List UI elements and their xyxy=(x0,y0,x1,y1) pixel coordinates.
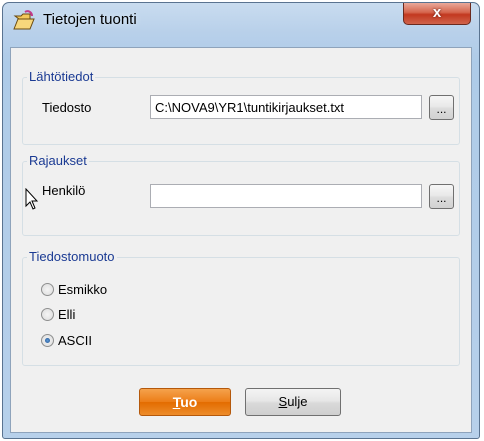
dialog-window: Tietojen tuonti x Lähtötiedot Tiedosto C… xyxy=(2,2,480,439)
radio-button-selected[interactable] xyxy=(41,334,54,347)
format-groupbox: Tiedostomuoto Esmikko Elli ASCII xyxy=(22,249,460,366)
close-button[interactable]: Sulje xyxy=(245,388,341,416)
import-button[interactable]: Tuo xyxy=(139,388,231,416)
import-label: uo xyxy=(180,394,198,410)
mouse-cursor-icon xyxy=(25,188,39,210)
format-group-legend: Tiedostomuoto xyxy=(27,249,117,264)
file-path-input[interactable]: C:\NOVA9\YR1\tuntikirjaukset.txt xyxy=(150,95,422,119)
radio-label: Esmikko xyxy=(58,282,108,297)
source-group-legend: Lähtötiedot xyxy=(27,69,96,84)
title-bar[interactable]: Tietojen tuonti x xyxy=(3,3,479,37)
browse-person-button[interactable]: ... xyxy=(429,184,454,209)
folder-open-icon xyxy=(13,10,35,30)
close-icon: x xyxy=(432,4,442,21)
radio-button[interactable] xyxy=(41,308,54,321)
close-window-button[interactable]: x xyxy=(403,3,471,25)
file-label: Tiedosto xyxy=(42,100,92,115)
window-title: Tietojen tuonti xyxy=(43,11,137,28)
close-label: ulje xyxy=(287,394,308,409)
limits-group-legend: Rajaukset xyxy=(27,153,89,168)
limits-groupbox: Rajaukset Henkilö ... xyxy=(22,153,460,236)
close-mnemonic: S xyxy=(278,394,288,409)
person-label: Henkilö xyxy=(42,183,86,198)
source-groupbox: Lähtötiedot Tiedosto C:\NOVA9\YR1\tuntik… xyxy=(22,69,460,145)
radio-label: Elli xyxy=(58,307,76,322)
browse-file-button[interactable]: ... xyxy=(429,95,454,120)
radio-button[interactable] xyxy=(41,283,54,296)
radio-label: ASCII xyxy=(58,333,92,348)
person-input[interactable] xyxy=(150,184,422,208)
dialog-content: Lähtötiedot Tiedosto C:\NOVA9\YR1\tuntik… xyxy=(10,47,472,433)
